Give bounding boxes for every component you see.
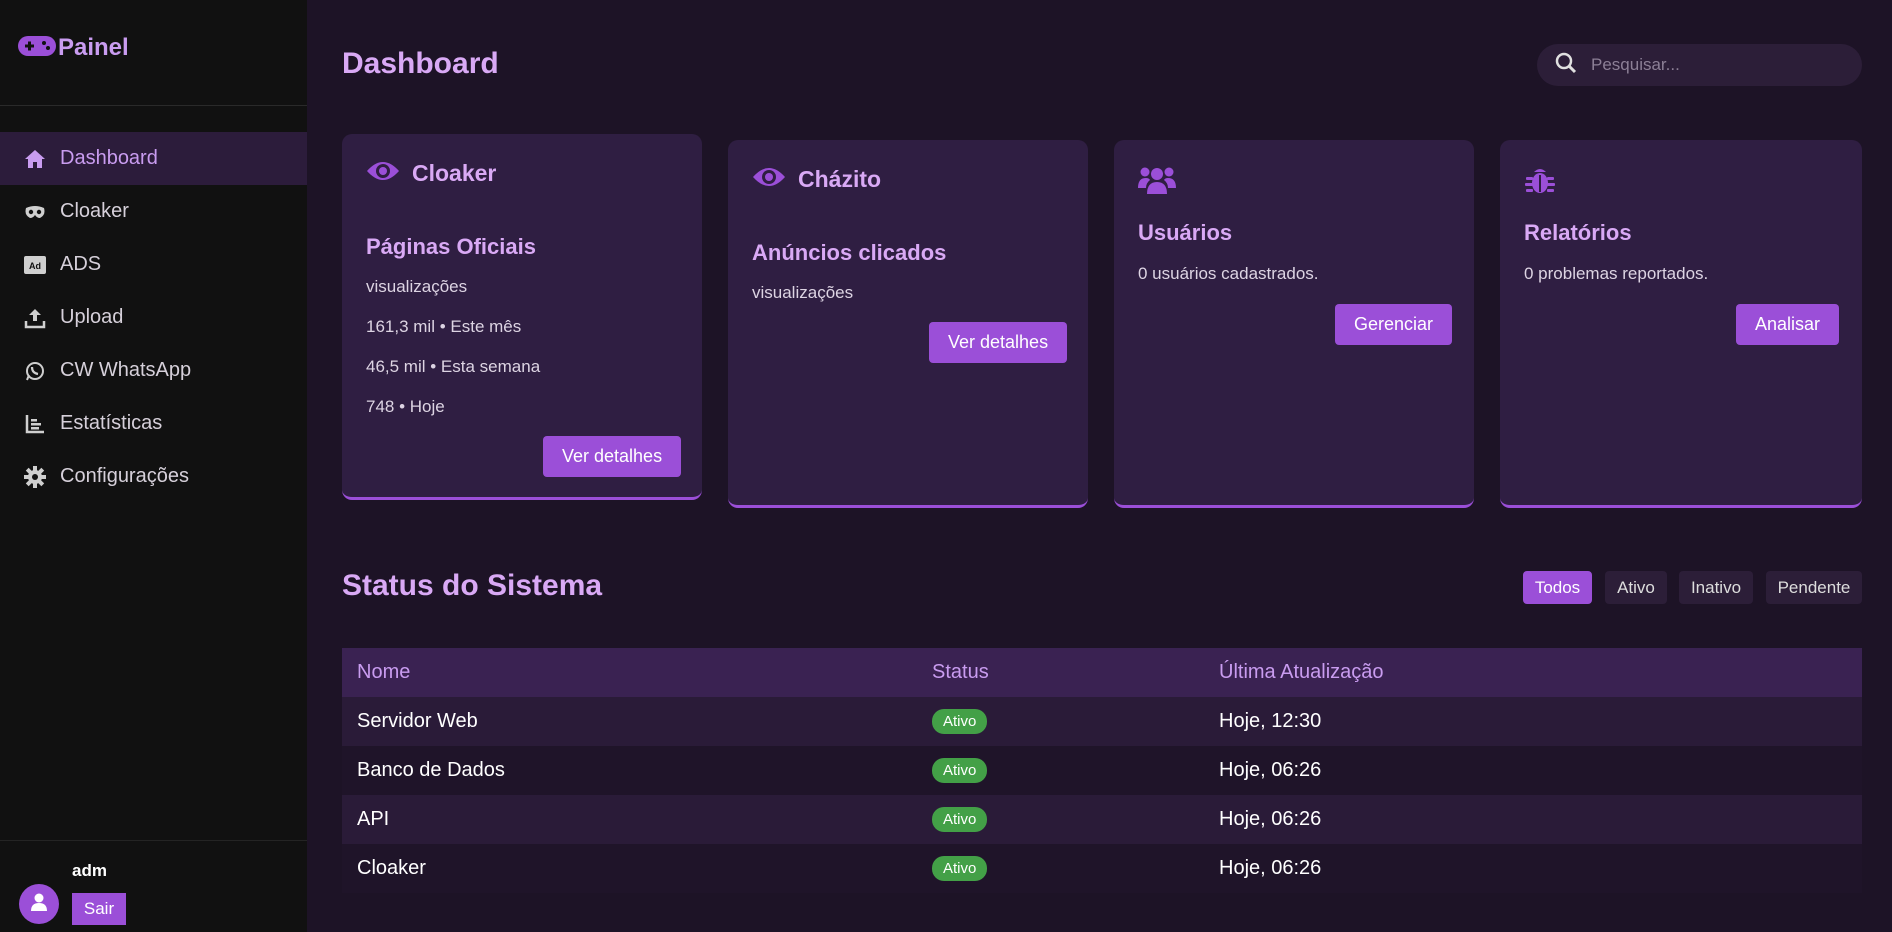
card-text: 0 problemas reportados. [1524,264,1709,283]
logout-button[interactable]: Sair [72,893,126,925]
user-panel: adm Sair [0,840,307,932]
sidebar-item-label: Estatísticas [60,412,163,434]
gamepad-icon [18,35,56,62]
home-icon [22,146,48,172]
filter-todos[interactable]: Todos [1523,571,1592,604]
status-badge: Ativo [932,856,988,881]
card-cloaker: Cloaker Páginas Oficiais visualizações 1… [342,134,702,500]
row-updated: Hoje, 06:26 [1219,857,1322,879]
search-box[interactable] [1537,44,1862,86]
sidebar-item-dashboard[interactable]: Dashboard [0,132,307,185]
card-chazito: Cházito Anúncios clicados visualizações … [728,140,1088,508]
status-table: Nome Status Última Atualização Servidor … [342,648,1862,893]
card-line: 161,3 mil • Este mês [366,317,522,336]
row-updated: Hoje, 06:26 [1219,808,1322,830]
table-row[interactable]: Cloaker Ativo Hoje, 06:26 [342,844,1862,893]
chart-icon [22,411,48,437]
eye-icon [366,158,400,189]
table-header: Nome Status Última Atualização [342,648,1862,697]
sidebar-item-cw-whatsapp[interactable]: CW WhatsApp [0,344,307,397]
table-row[interactable]: Servidor Web Ativo Hoje, 12:30 [342,697,1862,746]
card-usuarios: Usuários 0 usuários cadastrados. Gerenci… [1114,140,1474,508]
sidebar-item-label: CW WhatsApp [60,359,192,381]
card-line: 748 • Hoje [366,397,445,416]
eye-icon [752,164,786,195]
whatsapp-icon [22,358,48,384]
users-icon [1138,164,1176,201]
sidebar-item-label: ADS [60,253,102,275]
avatar[interactable] [19,884,59,924]
card-line: 46,5 mil • Esta semana [366,357,541,376]
sidebar-item-label: Configurações [60,465,189,487]
card-title: Usuários [1138,220,1233,245]
row-updated: Hoje, 12:30 [1219,710,1322,732]
column-header-atualizacao[interactable]: Última Atualização [1219,661,1862,684]
bug-icon [1524,164,1556,201]
row-name: Servidor Web [357,710,478,732]
sidebar-item-configuracoes[interactable]: Configurações [0,450,307,503]
row-name: API [357,808,390,830]
filter-pendente[interactable]: Pendente [1766,571,1862,604]
card-line: visualizações [752,283,854,302]
table-row[interactable]: Banco de Dados Ativo Hoje, 06:26 [342,746,1862,795]
card-text: 0 usuários cadastrados. [1138,264,1319,283]
status-badge: Ativo [932,758,988,783]
status-badge: Ativo [932,807,988,832]
table-row[interactable]: API Ativo Hoje, 06:26 [342,795,1862,844]
page-title: Dashboard [342,47,499,80]
card-title: Cloaker [412,160,497,186]
sidebar-item-label: Upload [60,306,124,328]
filter-inativo[interactable]: Inativo [1679,571,1753,604]
search-input[interactable] [1591,55,1841,75]
brand[interactable]: Painel [18,34,129,62]
sidebar-item-cloaker[interactable]: Cloaker [0,185,307,238]
card-subtitle: Páginas Oficiais [366,234,536,259]
sidebar-nav: Dashboard Cloaker Ad ADS Upload CW Whats… [0,132,307,503]
sidebar-item-estatisticas[interactable]: Estatísticas [0,397,307,450]
search-icon [1555,52,1577,79]
filter-ativo[interactable]: Ativo [1605,571,1667,604]
user-name: adm [72,861,107,880]
card-line: visualizações [366,277,468,296]
status-badge: Ativo [932,709,988,734]
sidebar-item-ads[interactable]: Ad ADS [0,238,307,291]
section-title: Status do Sistema [342,569,603,602]
sidebar-item-upload[interactable]: Upload [0,291,307,344]
card-relatorios: Relatórios 0 problemas reportados. Anali… [1500,140,1862,508]
gear-icon [22,464,48,490]
sidebar-item-label: Cloaker [60,200,129,222]
card-subtitle: Anúncios clicados [752,240,947,265]
row-name: Banco de Dados [357,759,505,781]
analisar-button[interactable]: Analisar [1736,304,1840,345]
row-updated: Hoje, 06:26 [1219,759,1322,781]
upload-icon [22,305,48,331]
card-title: Relatórios [1524,220,1632,245]
svg-text:Ad: Ad [29,261,41,271]
brand-name: Painel [58,34,129,61]
sidebar-item-label: Dashboard [60,147,158,169]
ad-icon: Ad [22,252,48,278]
user-icon [29,892,49,917]
mask-icon [22,199,48,225]
column-header-status[interactable]: Status [932,661,1219,684]
ver-detalhes-button[interactable]: Ver detalhes [929,322,1068,363]
column-header-nome[interactable]: Nome [342,661,932,684]
row-name: Cloaker [357,857,426,879]
sidebar-divider [0,105,307,106]
sidebar: Painel Dashboard Cloaker Ad ADS Upload C… [0,0,307,932]
card-title: Cházito [798,166,882,192]
ver-detalhes-button[interactable]: Ver detalhes [543,436,682,477]
gerenciar-button[interactable]: Gerenciar [1335,304,1453,345]
